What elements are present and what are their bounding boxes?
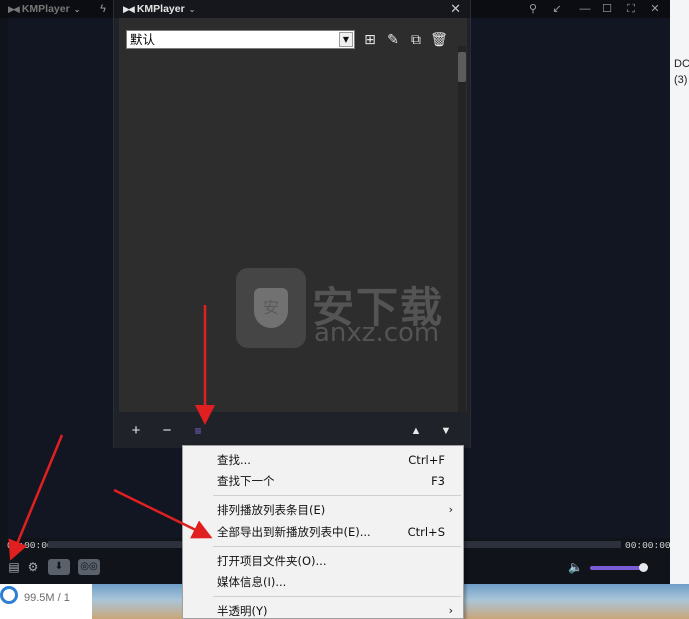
menu-item-shortcut: Ctrl+S	[407, 525, 445, 539]
main-logo-text: KMPlayer	[21, 3, 70, 15]
menu-item-label: 半透明(Y)	[217, 604, 268, 618]
playlist-scrollbar[interactable]	[458, 46, 466, 412]
kmp-bowtie-icon: ▶◀	[8, 3, 20, 14]
scrollbar-thumb[interactable]	[458, 52, 466, 82]
menu-item-label: 查找...	[217, 453, 251, 467]
minimize-to-corner-icon[interactable]: ↙	[550, 2, 564, 16]
maximize-icon[interactable]: ☐	[600, 2, 614, 16]
move-up-icon[interactable]: ▲	[408, 425, 424, 437]
remove-item-icon[interactable]: −	[159, 422, 175, 439]
background-text-1: DC	[674, 58, 689, 70]
context-menu: 查找... Ctrl+F 查找下一个 F3 排列播放列表条目(E) › 全部导出…	[182, 445, 464, 619]
time-total: 00:00:00	[625, 540, 671, 551]
submenu-arrow-icon: ›	[448, 604, 453, 617]
menu-item-label: 全部导出到新播放列表中(E)...	[217, 525, 371, 539]
copy-playlist-icon[interactable]: ⧉	[407, 30, 425, 48]
watermark-shield-char: 安	[254, 288, 288, 328]
menu-item-label: 排列播放列表条目(E)	[217, 503, 326, 517]
add-item-icon[interactable]: +	[128, 422, 144, 439]
menu-item-shortcut: F3	[431, 474, 445, 488]
menu-item-label: 打开项目文件夹(O)...	[217, 554, 327, 568]
menu-separator	[213, 546, 461, 547]
submenu-arrow-icon: ›	[448, 503, 453, 516]
move-down-icon[interactable]: ▼	[438, 425, 454, 437]
background-window-edge: DC (3)	[670, 0, 689, 584]
menu-item-sort[interactable]: 排列播放列表条目(E) ›	[183, 500, 463, 520]
menu-item-media-info[interactable]: 媒体信息(I)...	[183, 572, 463, 592]
progress-ring-icon	[0, 586, 18, 604]
playlist-titlebar: ▶◀ KMPlayer ⌄ ✕	[114, 0, 470, 18]
main-kmplayer-logo[interactable]: ▶◀ KMPlayer ⌄	[8, 3, 80, 15]
playlist-close-icon[interactable]: ✕	[450, 1, 461, 17]
playlist-select[interactable]: 默认 ▼	[126, 30, 355, 49]
menu-item-label: 媒体信息(I)...	[217, 575, 287, 589]
watermark-shield-logo: 安	[236, 268, 306, 348]
seek-bar[interactable]	[48, 541, 182, 548]
new-playlist-icon[interactable]: ⊞	[361, 30, 379, 48]
menu-item-find[interactable]: 查找... Ctrl+F	[183, 450, 463, 470]
lightning-icon[interactable]: ϟ	[96, 2, 110, 16]
playlist-toggle-icon[interactable]: ▤	[8, 559, 20, 575]
kmp-bowtie-icon: ▶◀	[123, 3, 135, 14]
menu-item-label: 查找下一个	[217, 474, 275, 488]
close-icon[interactable]: ✕	[648, 2, 662, 16]
download-size-text: 99.5M / 1	[24, 592, 70, 604]
background-text-2: (3)	[674, 74, 688, 86]
3d-icon[interactable]: ⬇	[48, 559, 70, 575]
menu-item-export-all[interactable]: 全部导出到新播放列表中(E)... Ctrl+S	[183, 522, 463, 542]
playlist-select-value: 默认	[130, 32, 156, 47]
watermark-text-en: anxz.com	[314, 318, 440, 348]
menu-item-find-next[interactable]: 查找下一个 F3	[183, 471, 463, 491]
volume-fill	[590, 566, 644, 570]
playlist-menu-icon[interactable]: ≡	[190, 424, 206, 438]
playlist-logo-text: KMPlayer	[136, 3, 185, 15]
vr-glasses-icon[interactable]: ◎◎	[78, 559, 100, 575]
dropdown-arrow-icon[interactable]: ▼	[339, 32, 353, 47]
download-status-strip: 99.5M / 1	[0, 584, 92, 619]
rename-pencil-icon[interactable]: ✎	[384, 30, 402, 48]
delete-trash-icon[interactable]: 🗑	[430, 30, 448, 48]
minimize-icon[interactable]: —	[578, 2, 592, 16]
settings-gear-icon[interactable]: ⚙	[26, 559, 40, 575]
menu-separator	[213, 596, 461, 597]
chevron-down-icon: ⌄	[188, 4, 196, 14]
fullscreen-icon[interactable]: ⛶	[624, 2, 638, 16]
menu-item-shortcut: Ctrl+F	[408, 453, 445, 467]
time-elapsed: 00:00:00	[7, 540, 53, 551]
speaker-icon[interactable]: 🔈	[568, 559, 583, 575]
seek-bar-right[interactable]	[463, 541, 621, 548]
pin-icon[interactable]: ⚲	[526, 2, 540, 16]
menu-separator	[213, 495, 461, 496]
menu-item-translucent[interactable]: 半透明(Y) ›	[183, 601, 463, 619]
playlist-kmplayer-logo[interactable]: ▶◀ KMPlayer ⌄	[123, 3, 195, 15]
playlist-window: ▶◀ KMPlayer ⌄ ✕ 默认 ▼ ⊞ ✎ ⧉ 🗑 + − ≡ ▲ ▼	[113, 0, 471, 448]
chevron-down-icon: ⌄	[73, 4, 81, 14]
volume-slider[interactable]	[590, 563, 649, 572]
playlist-bottom-bar: + − ≡ ▲ ▼	[114, 412, 470, 448]
menu-item-open-folder[interactable]: 打开项目文件夹(O)...	[183, 551, 463, 571]
playlist-body: 默认 ▼ ⊞ ✎ ⧉ 🗑	[119, 18, 467, 412]
